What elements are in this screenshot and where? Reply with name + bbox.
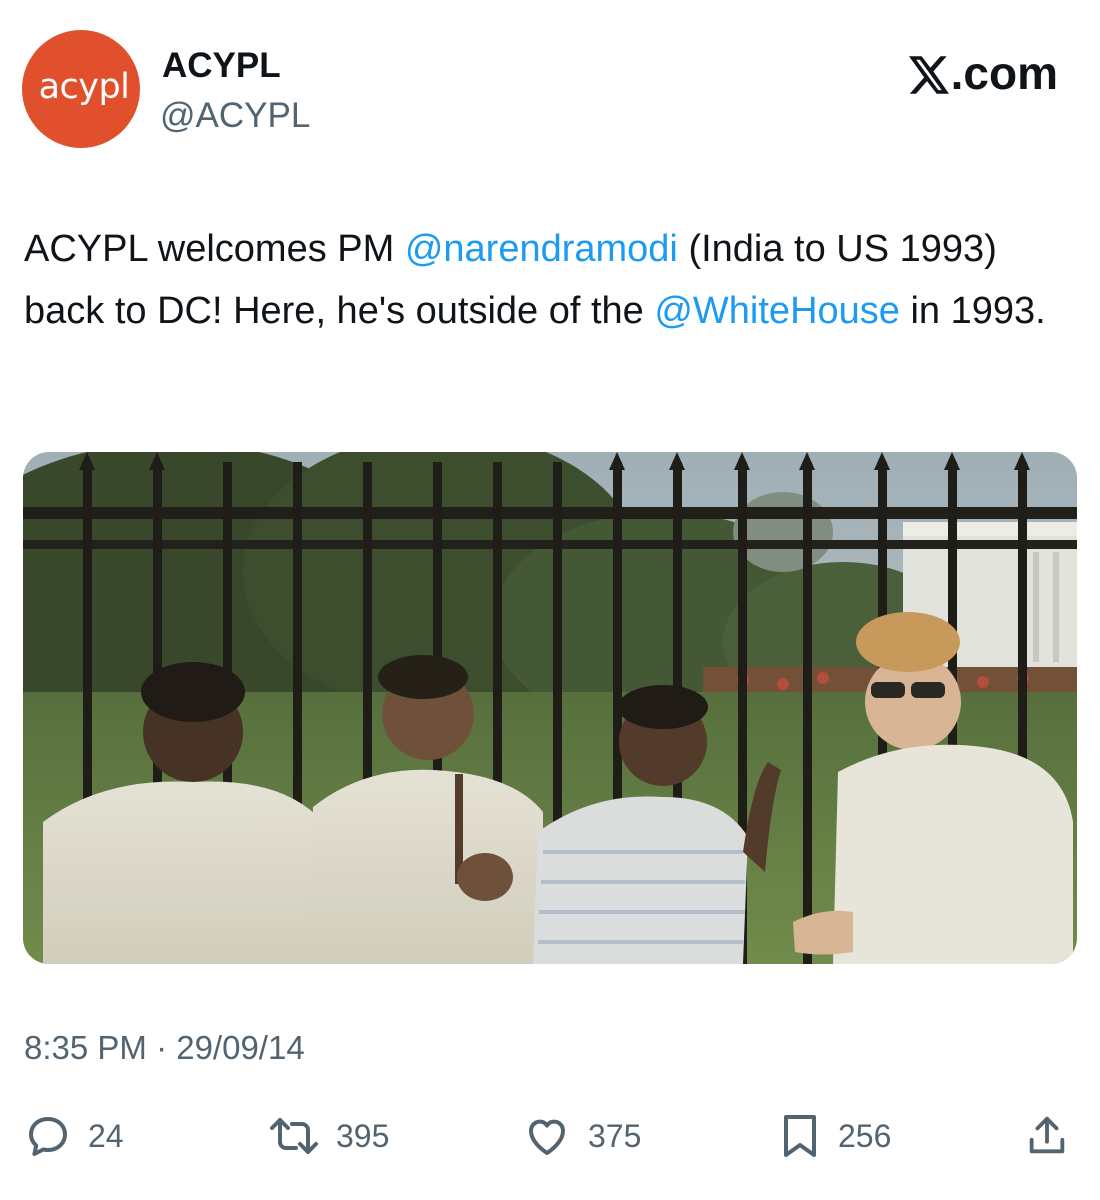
mention-narendramodi[interactable]: @narendramodi <box>405 228 678 270</box>
share-icon <box>1029 1116 1065 1154</box>
reply-button[interactable]: 24 <box>24 1108 124 1164</box>
tweet-photo[interactable] <box>23 452 1077 964</box>
share-button[interactable] <box>1024 1108 1070 1164</box>
brand-domain: .com <box>950 47 1058 99</box>
author-display-name[interactable]: ACYPL <box>162 46 281 86</box>
brand-label: .com <box>908 47 1058 99</box>
mention-whitehouse[interactable]: @WhiteHouse <box>654 290 900 332</box>
avatar-logo-text: acypl <box>38 67 130 107</box>
tweet-text: ACYPL welcomes PM @narendramodi (India t… <box>24 218 1064 342</box>
retweet-icon <box>270 1118 318 1154</box>
tweet-text-part3: in 1993. <box>899 290 1046 332</box>
retweet-count: 395 <box>336 1118 390 1154</box>
heart-icon <box>529 1119 565 1155</box>
bookmark-count: 256 <box>838 1118 892 1154</box>
author-handle[interactable]: @ACYPL <box>160 96 310 136</box>
bookmark-icon <box>784 1115 816 1157</box>
reply-icon <box>29 1117 67 1156</box>
tweet-actions-bar: 24 395 375 256 <box>0 1108 1100 1164</box>
x-logo-icon <box>908 56 949 94</box>
tweet-text-part1: ACYPL welcomes PM <box>24 228 405 270</box>
tweet-timestamp[interactable]: 8:35 PM · 29/09/14 <box>24 1028 305 1068</box>
retweet-button[interactable]: 395 <box>268 1108 389 1164</box>
like-button[interactable]: 375 <box>522 1108 641 1164</box>
avatar[interactable]: acypl <box>22 30 140 148</box>
like-count: 375 <box>588 1118 642 1154</box>
bookmark-button[interactable]: 256 <box>778 1108 891 1164</box>
reply-count: 24 <box>88 1118 124 1154</box>
